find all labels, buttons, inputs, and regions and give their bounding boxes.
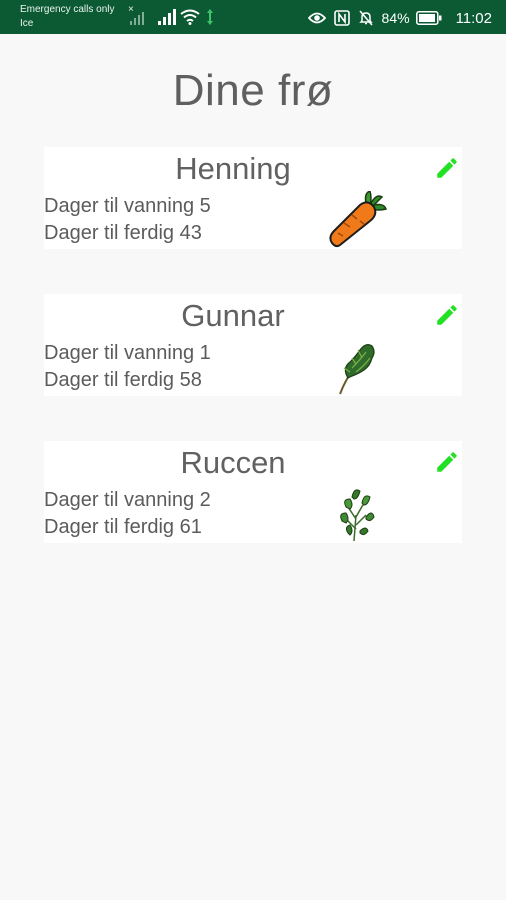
mute-bell-icon xyxy=(358,10,374,26)
edit-button[interactable] xyxy=(432,300,462,330)
days-to-done: Dager til ferdig 61 xyxy=(44,516,202,538)
days-to-done: Dager til ferdig 58 xyxy=(44,369,202,391)
pencil-icon xyxy=(437,158,457,178)
signal-weak-icon xyxy=(130,11,146,30)
seed-card[interactable]: Gunnar Dager til vanning 1 Dager til fer… xyxy=(44,294,462,396)
carrier-line-1: Emergency calls only xyxy=(20,4,115,15)
edit-button[interactable] xyxy=(432,153,462,183)
signal-strength-icon xyxy=(158,9,176,30)
herb-sprig-icon xyxy=(339,344,375,395)
seed-card[interactable]: Ruccen Dager til vanning 2 Dager til fer… xyxy=(44,441,462,543)
pencil-icon xyxy=(437,305,457,325)
arugula-icon xyxy=(340,489,375,542)
seed-name: Ruccen xyxy=(180,445,286,480)
days-to-done: Dager til ferdig 43 xyxy=(44,222,202,244)
seed-card[interactable]: Henning Dager til vanning 5 Dager til fe… xyxy=(44,147,462,249)
days-to-watering: Dager til vanning 5 xyxy=(44,195,211,217)
days-to-watering: Dager til vanning 1 xyxy=(44,342,211,364)
pencil-icon xyxy=(437,452,457,472)
seed-name: Gunnar xyxy=(181,298,285,333)
days-to-watering: Dager til vanning 2 xyxy=(44,489,211,511)
wifi-icon xyxy=(180,9,200,30)
battery-percent: 84% xyxy=(381,10,410,26)
nfc-icon xyxy=(333,10,350,26)
seed-name: Henning xyxy=(175,151,291,186)
status-bar: Emergency calls only Ice × 84% 11:02 xyxy=(0,0,506,34)
eye-icon xyxy=(307,11,326,25)
carrier-line-2: Ice xyxy=(20,18,34,29)
data-transfer-icon xyxy=(206,9,214,30)
battery-icon xyxy=(415,11,442,25)
page-title: Dine frø xyxy=(172,66,334,115)
edit-button[interactable] xyxy=(432,447,462,477)
clock: 11:02 xyxy=(455,9,492,27)
carrier-text: Emergency calls only Ice xyxy=(20,3,140,31)
carrot-icon xyxy=(329,191,387,248)
